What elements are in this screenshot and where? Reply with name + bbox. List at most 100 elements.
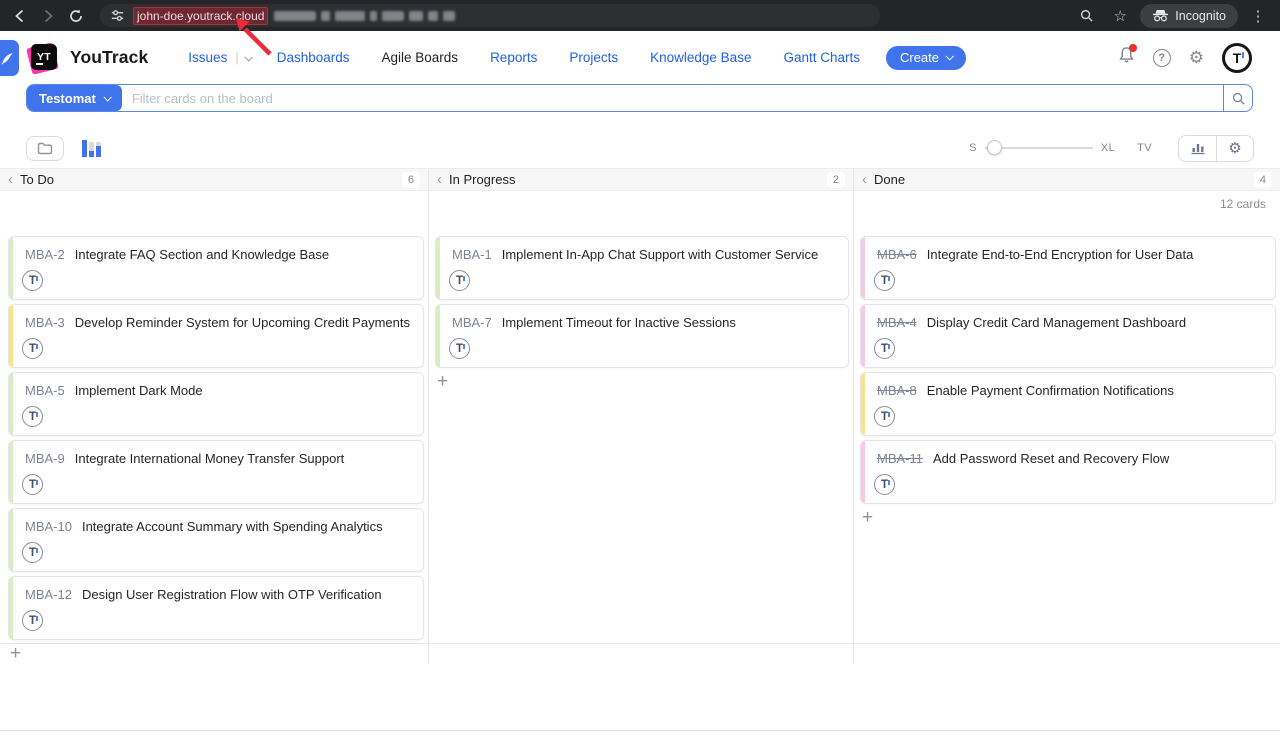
column-header-in-progress[interactable]: ‹ In Progress 2 <box>428 169 853 190</box>
browser-menu-icon[interactable]: ⋮ <box>1244 4 1272 28</box>
site-settings-icon[interactable] <box>110 8 125 23</box>
browser-forward-icon[interactable] <box>34 4 62 28</box>
user-avatar[interactable]: T <box>1222 43 1252 73</box>
assignee-avatar[interactable]: T <box>874 474 895 495</box>
card-mba-1[interactable]: MBA-1 Implement In-App Chat Support with … <box>435 236 849 300</box>
assignee-avatar[interactable]: T <box>22 542 43 563</box>
url-text[interactable]: john-doe.youtrack.cloud <box>133 7 268 25</box>
card-mba-12[interactable]: MBA-12 Design User Registration Flow with… <box>8 576 424 640</box>
nav-issues[interactable]: Issues <box>188 44 227 71</box>
nav-projects[interactable]: Projects <box>569 44 618 71</box>
assignee-avatar[interactable]: T <box>22 338 43 359</box>
collapse-column-icon[interactable]: ‹ <box>437 172 442 187</box>
card-id[interactable]: MBA-6 <box>877 247 917 262</box>
card-id[interactable]: MBA-12 <box>25 587 72 602</box>
nav-agile-boards[interactable]: Agile Boards <box>382 44 459 71</box>
card-id[interactable]: MBA-7 <box>452 315 492 330</box>
card-id[interactable]: MBA-2 <box>25 247 65 262</box>
card-mba-11[interactable]: MBA-11 Add Password Reset and Recovery Fl… <box>860 440 1276 504</box>
assignee-avatar[interactable]: T <box>22 610 43 631</box>
assignee-avatar[interactable]: T <box>22 406 43 427</box>
card-title[interactable]: Add Password Reset and Recovery Flow <box>933 451 1169 466</box>
card-mba-9[interactable]: MBA-9 Integrate International Money Trans… <box>8 440 424 504</box>
card-title[interactable]: Integrate International Money Transfer S… <box>75 451 345 466</box>
card-title[interactable]: Implement Timeout for Inactive Sessions <box>502 315 736 330</box>
browser-toolbar: john-doe.youtrack.cloud ☆ Incognito ⋮ <box>0 0 1280 31</box>
assignee-avatar[interactable]: T <box>874 406 895 427</box>
card-id[interactable]: MBA-5 <box>25 383 65 398</box>
nav-reports[interactable]: Reports <box>490 44 537 71</box>
card-id[interactable]: MBA-11 <box>877 451 923 466</box>
browser-reload-icon[interactable] <box>62 4 90 28</box>
card-title[interactable]: Implement In-App Chat Support with Custo… <box>502 247 818 262</box>
card-id[interactable]: MBA-10 <box>25 519 72 534</box>
avatar-accent <box>36 616 38 621</box>
add-card-button[interactable]: + <box>862 511 873 525</box>
column-header-todo[interactable]: ‹ To Do 6 <box>0 169 428 190</box>
card-title[interactable]: Display Credit Card Management Dashboard <box>927 315 1186 330</box>
card-title[interactable]: Integrate FAQ Section and Knowledge Base <box>75 247 329 262</box>
board-selector-button[interactable]: Testomat <box>27 85 122 111</box>
collapse-column-icon[interactable]: ‹ <box>862 172 867 187</box>
nav-gantt-charts[interactable]: Gantt Charts <box>783 44 860 71</box>
card-id[interactable]: MBA-9 <box>25 451 65 466</box>
assignee-avatar[interactable]: T <box>449 270 470 291</box>
card-size-slider[interactable] <box>985 147 1093 149</box>
assignee-avatar[interactable]: T <box>22 474 43 495</box>
card-title[interactable]: Integrate Account Summary with Spending … <box>82 519 383 534</box>
nav-separator: | <box>235 50 238 65</box>
collapse-column-icon[interactable]: ‹ <box>8 172 13 187</box>
card-title[interactable]: Develop Reminder System for Upcoming Cre… <box>75 315 410 330</box>
bookmark-star-icon[interactable]: ☆ <box>1106 4 1134 28</box>
chart-button[interactable] <box>1179 136 1216 161</box>
avatar-accent <box>36 412 38 417</box>
column-header-done[interactable]: ‹ Done 4 <box>853 169 1280 190</box>
filter-search-button[interactable] <box>1223 85 1252 111</box>
card-title[interactable]: Design User Registration Flow with OTP V… <box>82 587 382 602</box>
add-card-button[interactable]: + <box>437 375 448 389</box>
nav-knowledge-base[interactable]: Knowledge Base <box>650 44 751 71</box>
card-id[interactable]: MBA-3 <box>25 315 65 330</box>
youtrack-logo[interactable]: YT YouTrack <box>28 42 148 74</box>
extension-tab[interactable] <box>0 40 19 76</box>
board-filter-bar: Testomat <box>26 84 1253 112</box>
board-columns: MBA-2 Integrate FAQ Section and Knowledge… <box>0 191 1280 644</box>
card-mba-8[interactable]: MBA-8 Enable Payment Confirmation Notific… <box>860 372 1276 436</box>
card-mba-3[interactable]: MBA-3 Develop Reminder System for Upcomin… <box>8 304 424 368</box>
settings-gear-icon[interactable]: ⚙ <box>1189 49 1204 66</box>
create-button[interactable]: Create <box>886 46 966 70</box>
chart-view-toggle[interactable] <box>82 139 101 157</box>
search-tabs-icon[interactable] <box>1072 4 1100 28</box>
card-mba-10[interactable]: MBA-10 Integrate Account Summary with Spe… <box>8 508 424 572</box>
assignee-avatar[interactable]: T <box>874 338 895 359</box>
card-priority-stripe <box>9 237 13 299</box>
card-title[interactable]: Integrate End-to-End Encryption for User… <box>927 247 1194 262</box>
assignee-avatar[interactable]: T <box>22 270 43 291</box>
nav-dashboards[interactable]: Dashboards <box>277 44 350 71</box>
slider-handle[interactable] <box>987 140 1002 155</box>
add-card-button[interactable]: + <box>10 647 21 661</box>
browser-back-icon[interactable] <box>6 4 34 28</box>
card-id[interactable]: MBA-8 <box>877 383 917 398</box>
card-title[interactable]: Implement Dark Mode <box>75 383 203 398</box>
help-button[interactable]: ? <box>1153 49 1171 67</box>
card-mba-5[interactable]: MBA-5 Implement Dark Mode T <box>8 372 424 436</box>
notification-dot <box>1129 44 1137 52</box>
assignee-avatar[interactable]: T <box>449 338 470 359</box>
card-priority-stripe <box>9 305 13 367</box>
card-mba-7[interactable]: MBA-7 Implement Timeout for Inactive Sess… <box>435 304 849 368</box>
notifications-button[interactable] <box>1118 46 1135 69</box>
card-mba-4[interactable]: MBA-4 Display Credit Card Management Dash… <box>860 304 1276 368</box>
backlog-button[interactable] <box>26 136 64 161</box>
card-id[interactable]: MBA-4 <box>877 315 917 330</box>
address-bar[interactable]: john-doe.youtrack.cloud <box>100 4 880 27</box>
board-settings-button[interactable]: ⚙ <box>1216 136 1253 161</box>
card-mba-6[interactable]: MBA-6 Integrate End-to-End Encryption for… <box>860 236 1276 300</box>
card-mba-2[interactable]: MBA-2 Integrate FAQ Section and Knowledge… <box>8 236 424 300</box>
chevron-down-icon[interactable] <box>244 53 252 61</box>
card-id[interactable]: MBA-1 <box>452 247 492 262</box>
tv-mode-button[interactable]: TV <box>1137 142 1152 154</box>
card-title[interactable]: Enable Payment Confirmation Notification… <box>927 383 1174 398</box>
filter-input[interactable] <box>122 85 1223 111</box>
assignee-avatar[interactable]: T <box>874 270 895 291</box>
